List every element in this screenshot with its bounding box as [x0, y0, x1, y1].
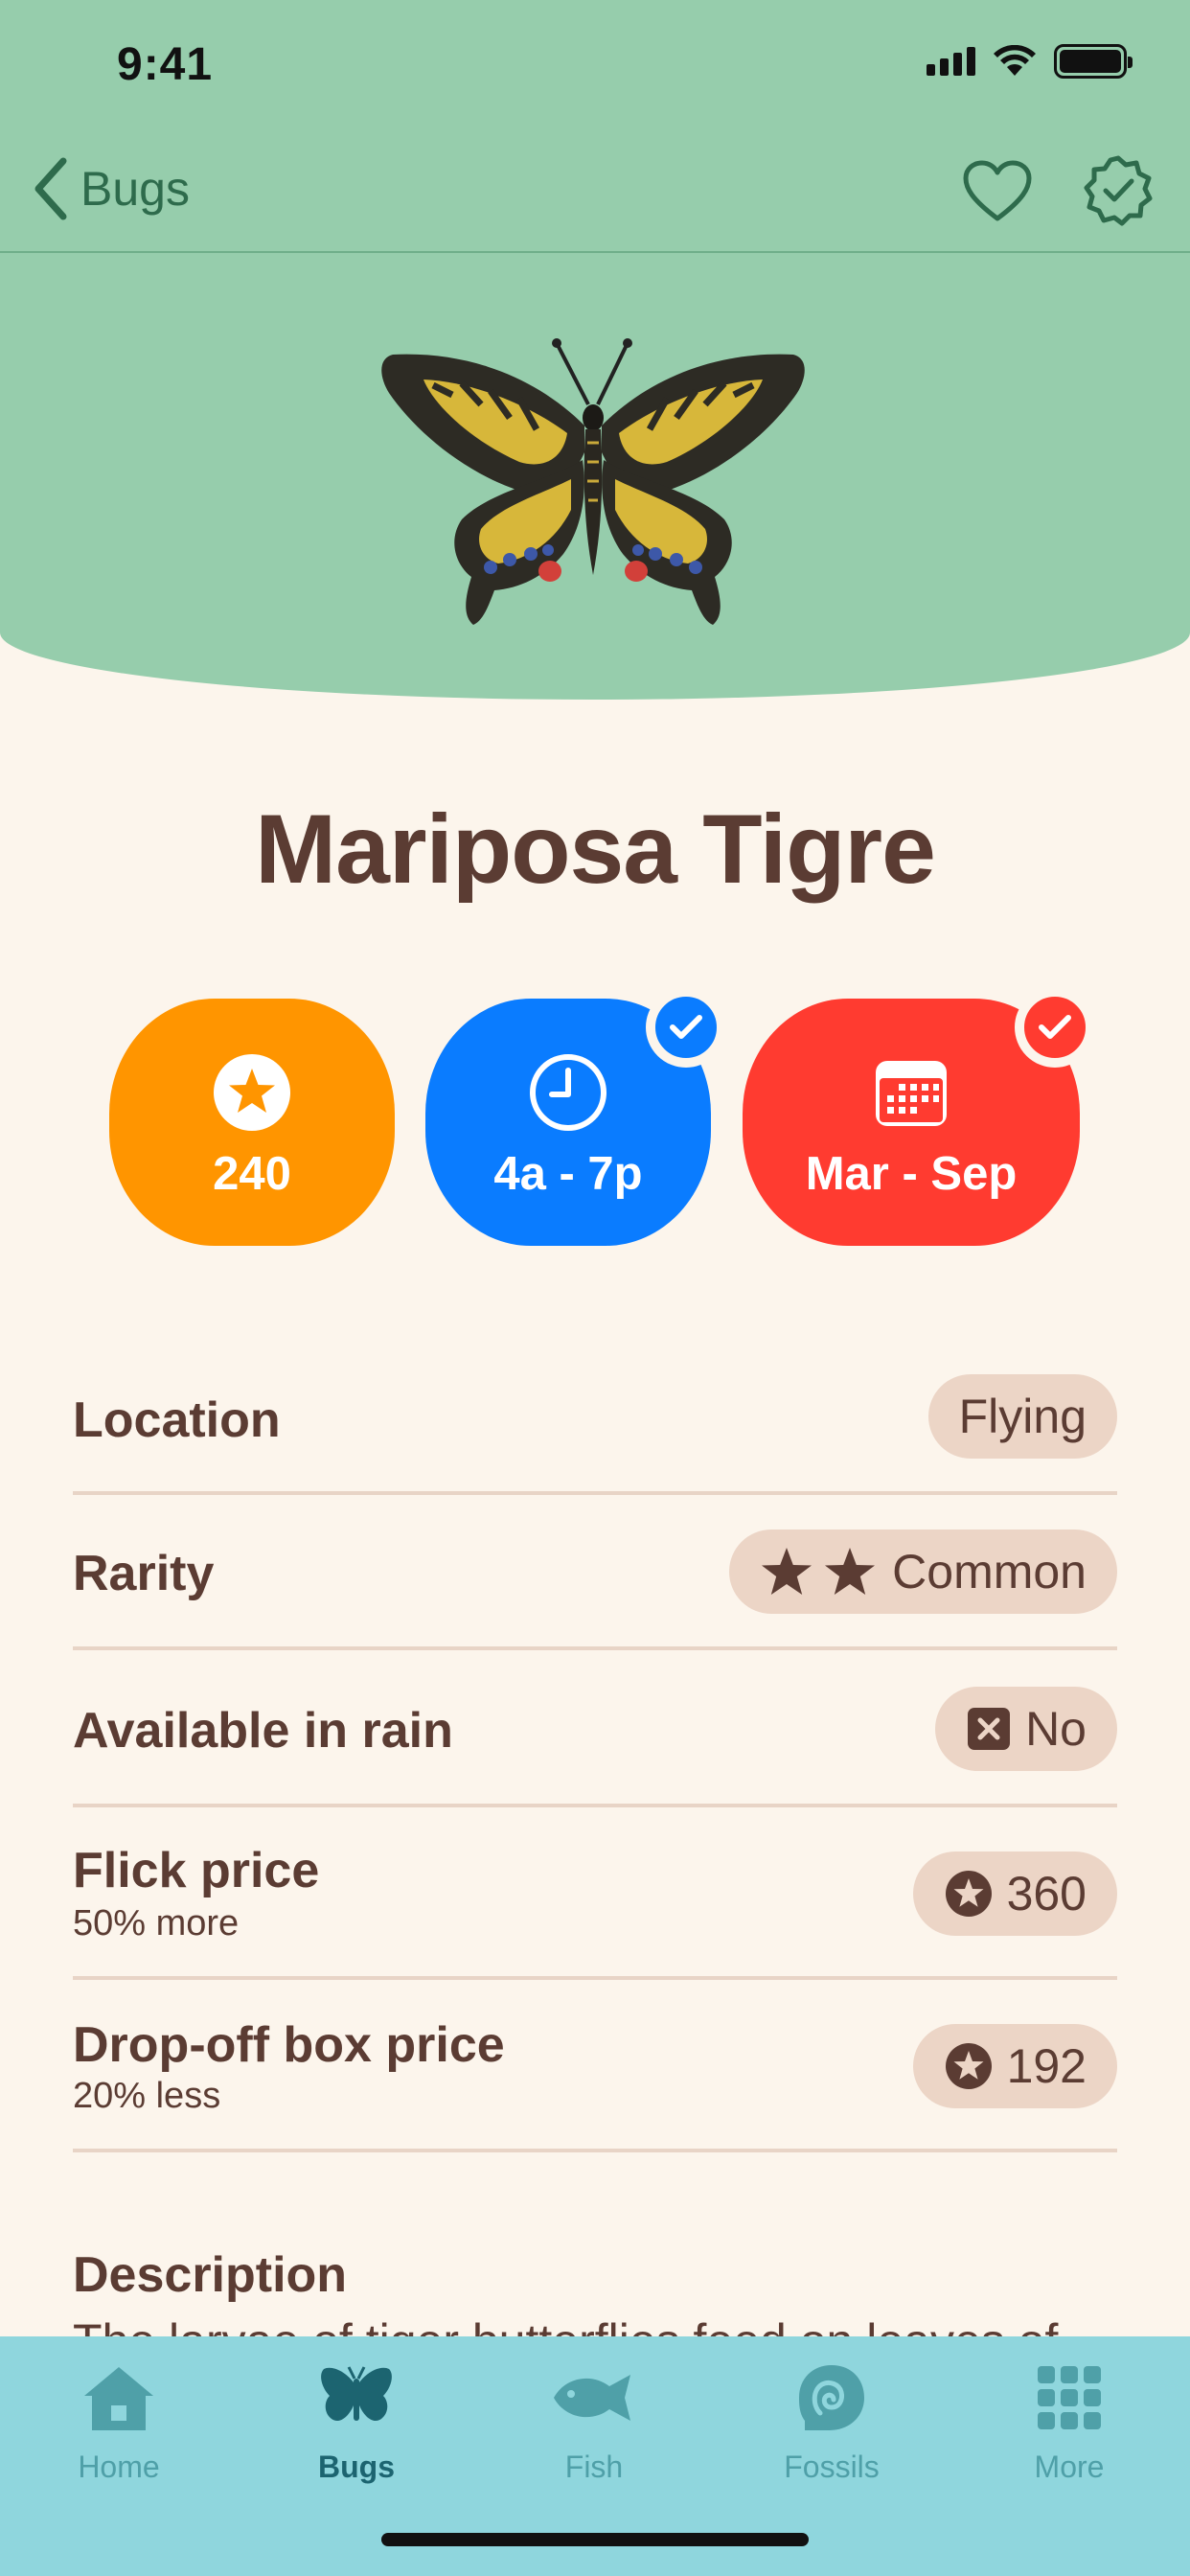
tab-fossils[interactable]: Fossils [713, 2354, 950, 2517]
grid-icon [1038, 2366, 1101, 2429]
rarity-stars-icon [762, 1548, 876, 1595]
time-checked-badge [646, 987, 726, 1068]
season-badge[interactable]: Mar - Sep [743, 987, 1095, 1246]
flick-price-label: Flick price [73, 1843, 320, 1898]
tab-fish[interactable]: Fish [475, 2354, 713, 2517]
cellular-signal-icon [927, 47, 975, 76]
status-time: 9:41 [117, 39, 214, 90]
dropoff-price-sublabel: 20% less [73, 2076, 221, 2116]
season-checked-badge [1015, 987, 1095, 1068]
wifi-icon [994, 45, 1036, 76]
star-coin-icon [945, 1871, 992, 1917]
tab-home[interactable]: Home [0, 2354, 238, 2517]
butterfly-icon [321, 2366, 392, 2422]
tab-home-label: Home [78, 2450, 160, 2484]
rarity-value: Common [892, 1545, 1087, 1598]
rain-label: Available in rain [73, 1703, 453, 1759]
star-coin-icon [214, 1054, 290, 1131]
location-value: Flying [958, 1390, 1087, 1443]
house-icon [84, 2367, 153, 2430]
time-badge-value: 4a - 7p [493, 1148, 643, 1200]
header-hero: 9:41 Bugs [0, 0, 1190, 700]
flick-price-pill: 360 [912, 1852, 1117, 1936]
tab-fossils-label: Fossils [784, 2450, 880, 2484]
location-pill: Flying [927, 1374, 1117, 1459]
description-heading: Description [73, 2247, 348, 2303]
item-title: Mariposa Tigre [255, 794, 936, 904]
back-button-label: Bugs [80, 162, 190, 216]
season-badge-value: Mar - Sep [805, 1148, 1018, 1200]
rarity-pill: Common [729, 1530, 1117, 1614]
heart-icon [963, 160, 1032, 221]
tab-fish-label: Fish [564, 2450, 624, 2484]
price-badge[interactable]: 240 [109, 999, 395, 1246]
flick-price-sublabel: 50% more [73, 1903, 240, 1944]
rarity-label: Rarity [73, 1546, 215, 1601]
nav-actions [960, 153, 1156, 228]
tab-more[interactable]: More [950, 2354, 1188, 2517]
flick-price-row: Flick price 50% more 360 [73, 1807, 1117, 1980]
fossil-icon [799, 2365, 864, 2430]
x-square-icon [968, 1708, 1011, 1750]
price-badge-value: 240 [213, 1148, 291, 1200]
mark-caught-button[interactable] [1081, 153, 1156, 228]
checkmark-icon [670, 1015, 702, 1039]
location-label: Location [73, 1392, 281, 1448]
checkmark-icon [1039, 1015, 1071, 1039]
tab-bugs-label: Bugs [318, 2450, 395, 2484]
navigation-bar: Bugs [0, 126, 1190, 253]
status-icons [927, 44, 1133, 79]
back-button[interactable]: Bugs [33, 155, 190, 222]
rain-pill: No [935, 1687, 1117, 1771]
butterfly-image [381, 338, 805, 625]
fish-icon [554, 2375, 630, 2421]
time-badge[interactable]: 4a - 7p [425, 987, 726, 1246]
tab-bugs[interactable]: Bugs [238, 2354, 475, 2517]
rain-row: Available in rain No [73, 1650, 1117, 1807]
star-coin-icon [945, 2043, 992, 2089]
dropoff-price-value: 192 [1006, 2039, 1087, 2093]
dropoff-price-pill: 192 [912, 2024, 1117, 2108]
chevron-left-icon [34, 157, 67, 220]
tab-more-label: More [1034, 2450, 1105, 2484]
location-row: Location Flying [73, 1370, 1117, 1495]
home-indicator[interactable] [381, 2533, 809, 2546]
dropoff-price-label: Drop-off box price [73, 2017, 505, 2073]
battery-icon [1054, 44, 1133, 79]
clock-icon [530, 1054, 606, 1131]
flick-price-value: 360 [1006, 1867, 1087, 1920]
dropoff-price-row: Drop-off box price 20% less 192 [73, 1980, 1117, 2152]
favorite-button[interactable] [960, 153, 1035, 228]
rarity-row: Rarity Common [73, 1495, 1117, 1650]
status-bar: 9:41 [0, 0, 1190, 126]
seal-check-icon [1084, 155, 1153, 226]
rain-value: No [1025, 1702, 1087, 1756]
calendar-icon [876, 1061, 947, 1126]
